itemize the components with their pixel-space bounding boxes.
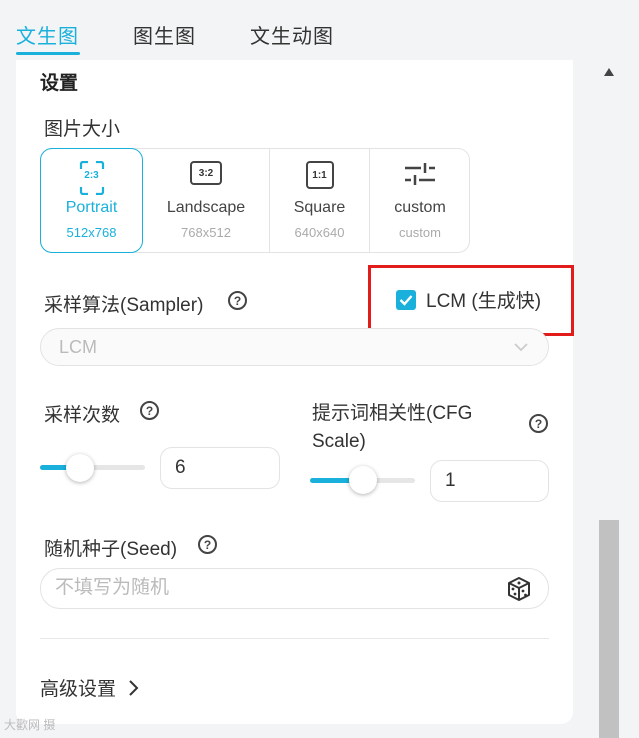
tab-bar: 文生图 图生图 文生动图 — [0, 0, 600, 60]
advanced-settings-toggle[interactable]: 高级设置 — [40, 674, 140, 701]
size-option-portrait[interactable]: 2:3 Portrait 512x768 — [40, 148, 143, 253]
tab-image-to-image[interactable]: 图生图 — [133, 20, 196, 49]
divider — [40, 638, 549, 639]
portrait-ratio-text: 2:3 — [84, 170, 99, 181]
size-option-name: Landscape — [166, 199, 246, 216]
settings-panel: 设置 图片大小 2:3 Portrait 512x768 3:2 Landsca… — [16, 60, 574, 724]
size-option-dims: 768x512 — [181, 225, 231, 240]
size-option-dims: 512x768 — [66, 225, 117, 240]
sampler-label: 采样算法(Sampler) — [44, 295, 204, 316]
tab-text-to-animation[interactable]: 文生动图 — [250, 20, 334, 49]
sampler-select[interactable]: LCM — [40, 328, 549, 366]
chevron-down-icon — [514, 343, 528, 352]
sliders-icon — [404, 161, 436, 192]
size-option-square[interactable]: 1:1 Square 640x640 — [270, 149, 369, 252]
square-ratio-icon: 1:1 — [305, 161, 334, 189]
size-option-landscape[interactable]: 3:2 Landscape 768x512 — [143, 149, 269, 252]
landscape-ratio-icon: 3:2 — [190, 161, 222, 185]
size-option-name: custom — [394, 199, 446, 216]
image-size-group: 2:3 Portrait 512x768 3:2 Landscape 768x5… — [40, 148, 470, 253]
size-option-name: Portrait — [65, 199, 118, 216]
scroll-up-arrow-icon[interactable] — [604, 68, 614, 76]
steps-slider-thumb[interactable] — [65, 454, 94, 482]
highlight-box — [368, 265, 574, 336]
size-option-dims: 640x640 — [294, 225, 345, 240]
advanced-settings-label: 高级设置 — [40, 679, 117, 700]
cfg-label-line1: 提示词相关性(CFG — [312, 403, 473, 424]
cfg-slider-thumb[interactable] — [348, 466, 377, 494]
dice-icon[interactable] — [506, 576, 532, 602]
steps-input[interactable]: 6 — [160, 447, 280, 489]
steps-help-icon[interactable]: ? — [140, 401, 159, 420]
portrait-ratio-icon: 2:3 — [79, 160, 105, 200]
size-option-custom[interactable]: custom custom — [370, 149, 470, 252]
watermark: 大歡网 摄 — [4, 718, 56, 732]
seed-help-icon[interactable]: ? — [198, 535, 217, 554]
cfg-input[interactable]: 1 — [430, 460, 549, 502]
size-option-name: Square — [293, 199, 346, 216]
active-tab-indicator — [16, 52, 80, 55]
cfg-help-icon[interactable]: ? — [529, 414, 548, 433]
sampler-help-icon[interactable]: ? — [228, 291, 247, 310]
square-ratio-text: 1:1 — [305, 161, 334, 189]
steps-label: 采样次数 — [44, 405, 121, 426]
chevron-right-icon — [129, 679, 139, 696]
sampler-select-value: LCM — [59, 337, 98, 357]
scrollbar[interactable] — [597, 60, 621, 738]
scrollbar-thumb[interactable] — [599, 520, 619, 738]
image-size-label: 图片大小 — [44, 119, 121, 140]
landscape-ratio-text: 3:2 — [190, 161, 222, 185]
seed-label: 随机种子(Seed) — [44, 539, 178, 560]
size-option-dims: custom — [399, 225, 441, 240]
tab-text-to-image[interactable]: 文生图 — [16, 20, 79, 49]
seed-input[interactable] — [55, 577, 495, 599]
section-title: 设置 — [40, 73, 79, 94]
seed-field — [40, 568, 549, 609]
cfg-label-line2: Scale) — [312, 431, 366, 452]
cfg-label: 提示词相关性(CFG Scale) — [312, 400, 472, 456]
